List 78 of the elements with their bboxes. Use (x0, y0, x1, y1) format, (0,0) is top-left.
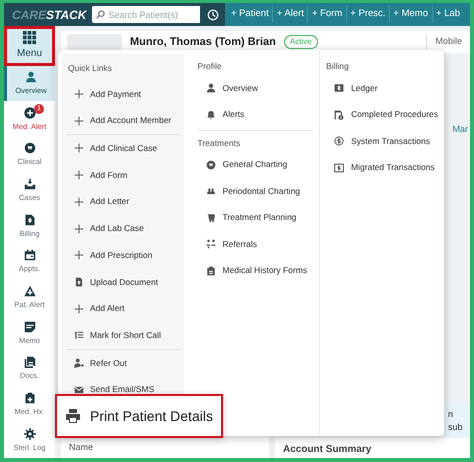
tooth-icon (206, 212, 216, 223)
quick-add-button[interactable]: + Lab (432, 6, 464, 23)
gear-icon (24, 428, 36, 440)
column-header: Name (61, 436, 269, 458)
panel-heading: Quick Links (67, 62, 113, 75)
calendar-icon (24, 249, 36, 262)
tooth-icon (24, 142, 36, 154)
bell-icon (206, 110, 216, 120)
quick-link[interactable]: Add Payment (62, 80, 184, 108)
quick-link[interactable]: Add Alert (62, 295, 184, 322)
phone-label: Mobile (426, 35, 470, 49)
quick-add-button[interactable]: + Memo (388, 6, 432, 23)
quick-link[interactable]: Add Form (62, 162, 184, 188)
person-icon (74, 358, 84, 368)
plus-icon (74, 250, 84, 260)
plus-icon (74, 304, 84, 314)
quick-add-button[interactable]: + Form (307, 6, 346, 23)
menu-link[interactable]: Ledger (326, 74, 384, 102)
section-heading: Profile (198, 60, 223, 73)
menu-link[interactable]: General Charting (198, 152, 294, 178)
section-heading: Treatments (198, 136, 242, 150)
plus-circle-icon (24, 106, 36, 119)
menu-button[interactable]: Menu (4, 26, 55, 66)
document-icon (74, 276, 84, 287)
quick-link[interactable]: Upload Document (62, 268, 184, 296)
documents-icon (24, 356, 36, 368)
quick-link[interactable]: Mark for Short Call (62, 322, 184, 349)
section-heading: Billing (326, 60, 350, 73)
quick-add-button[interactable]: + Alert (272, 6, 308, 23)
list-icon (74, 330, 84, 340)
avatar-placeholder (67, 34, 122, 50)
plus-icon (74, 89, 84, 100)
print-details-tooltip[interactable]: Print Patient Details (55, 394, 223, 438)
quick-link[interactable]: Refer Out (62, 350, 184, 376)
section-title: Account Summary (275, 438, 470, 458)
menu-link[interactable]: Migrated Transactions (326, 154, 441, 181)
referral-icon (206, 239, 216, 250)
menu-link[interactable]: Overview (198, 74, 264, 102)
warning-icon (24, 284, 36, 297)
quick-link[interactable]: Add Prescription (62, 242, 184, 269)
clipboard-icon (206, 266, 216, 276)
link[interactable]: Mar (452, 123, 470, 136)
tray-icon (24, 178, 36, 190)
status-badge: Active (284, 35, 318, 49)
logo: CARESTACK (12, 6, 86, 24)
plus-icon (74, 116, 84, 126)
notice-text: n sub (444, 404, 470, 438)
menu-link[interactable]: Alerts (198, 101, 250, 128)
envelope-icon (74, 384, 84, 395)
plus-icon (74, 196, 84, 207)
person-icon (25, 70, 37, 83)
quick-add-button[interactable]: + Patient (227, 6, 272, 23)
menu-link[interactable]: Periodontal Charting (198, 178, 306, 204)
dollar-document-icon (24, 214, 36, 226)
patient-name: Munro, Thomas (Tom) Brian (130, 34, 276, 50)
dollar-circle-icon (334, 136, 344, 146)
plus-icon (74, 143, 84, 154)
printer-icon (65, 408, 81, 424)
memo-icon (24, 320, 36, 333)
plus-icon (74, 224, 84, 234)
tooth-icon (206, 160, 216, 170)
menu-link[interactable]: Referrals (198, 231, 264, 258)
plus-icon (74, 170, 84, 180)
menu-link[interactable]: Medical History Forms (198, 258, 314, 284)
person-icon (206, 83, 216, 93)
dollar-frame-icon (334, 162, 344, 172)
ledger-icon (334, 83, 344, 93)
quick-add-button[interactable]: + Presc. (346, 6, 389, 23)
quick-link[interactable]: Add Account Member (62, 107, 184, 134)
quick-link[interactable]: Add Clinical Case (62, 135, 184, 162)
quick-link[interactable]: Add Lab Case (62, 215, 184, 242)
clipboard-icon (24, 392, 36, 404)
search-icon (96, 10, 106, 19)
menu-link[interactable]: Completed Procedures (326, 101, 444, 128)
quick-link[interactable]: Add Letter (62, 188, 184, 216)
grid-icon (22, 30, 37, 46)
menu-link[interactable]: System Transactions (326, 128, 436, 154)
menu-link[interactable]: Treatment Planning (198, 204, 302, 231)
